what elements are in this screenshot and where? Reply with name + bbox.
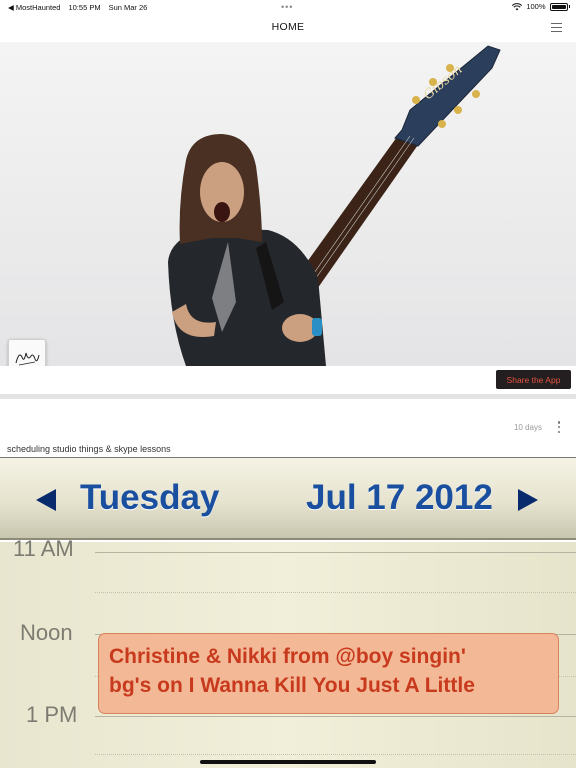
share-row: Share the App bbox=[0, 366, 576, 394]
status-bar: ◀ MostHaunted 10:55 PM Sun Mar 26 ••• 10… bbox=[0, 0, 576, 14]
hero-image: Gibson bbox=[0, 42, 576, 366]
hamburger-menu-icon[interactable] bbox=[551, 23, 562, 32]
battery-icon bbox=[549, 2, 568, 11]
battery-nub bbox=[568, 5, 570, 8]
post-image[interactable]: Tuesday Jul 17 2012 11 AM Noon 1 PM Chri… bbox=[0, 457, 576, 768]
status-time: 10:55 PM bbox=[68, 3, 101, 12]
calendar-day: Tuesday bbox=[80, 478, 220, 517]
next-day-arrow-icon bbox=[518, 489, 538, 511]
more-options-icon[interactable] bbox=[557, 421, 561, 433]
previous-day-arrow-icon bbox=[36, 489, 56, 511]
battery-percent: 100% bbox=[526, 2, 546, 11]
hour-line bbox=[95, 716, 576, 717]
event-text-line: bg's on I Wanna Kill You Just A Little bbox=[109, 674, 475, 697]
half-hour-line bbox=[95, 592, 576, 593]
event-text-line: Christine & Nikki from @boy singin' bbox=[109, 645, 466, 668]
page-title: HOME bbox=[271, 21, 305, 33]
calendar-event: Christine & Nikki from @boy singin' bg's… bbox=[98, 633, 559, 714]
hour-label: 1 PM bbox=[26, 702, 78, 727]
wifi-icon bbox=[512, 2, 523, 10]
calendar-date: Jul 17 2012 bbox=[306, 478, 493, 517]
multitasking-dots-icon[interactable]: ••• bbox=[281, 2, 293, 12]
section-divider bbox=[0, 394, 576, 399]
hour-label: Noon bbox=[20, 620, 73, 645]
hour-line bbox=[95, 552, 576, 553]
status-date: Sun Mar 26 bbox=[108, 3, 148, 12]
post-caption: scheduling studio things & skype lessons bbox=[7, 444, 171, 454]
share-app-button[interactable]: Share the App bbox=[496, 370, 571, 389]
post-age: 10 days bbox=[513, 423, 542, 432]
back-to-app-link[interactable]: ◀ MostHaunted bbox=[8, 3, 60, 12]
guitarist-photo: Gibson bbox=[168, 45, 501, 366]
guitarist-figure bbox=[168, 134, 326, 366]
calendar-header: Tuesday Jul 17 2012 bbox=[0, 458, 576, 540]
home-indicator[interactable] bbox=[200, 760, 376, 764]
nav-bar: HOME bbox=[0, 14, 576, 42]
half-hour-line bbox=[95, 754, 576, 755]
hour-label: 11 AM bbox=[13, 536, 74, 561]
